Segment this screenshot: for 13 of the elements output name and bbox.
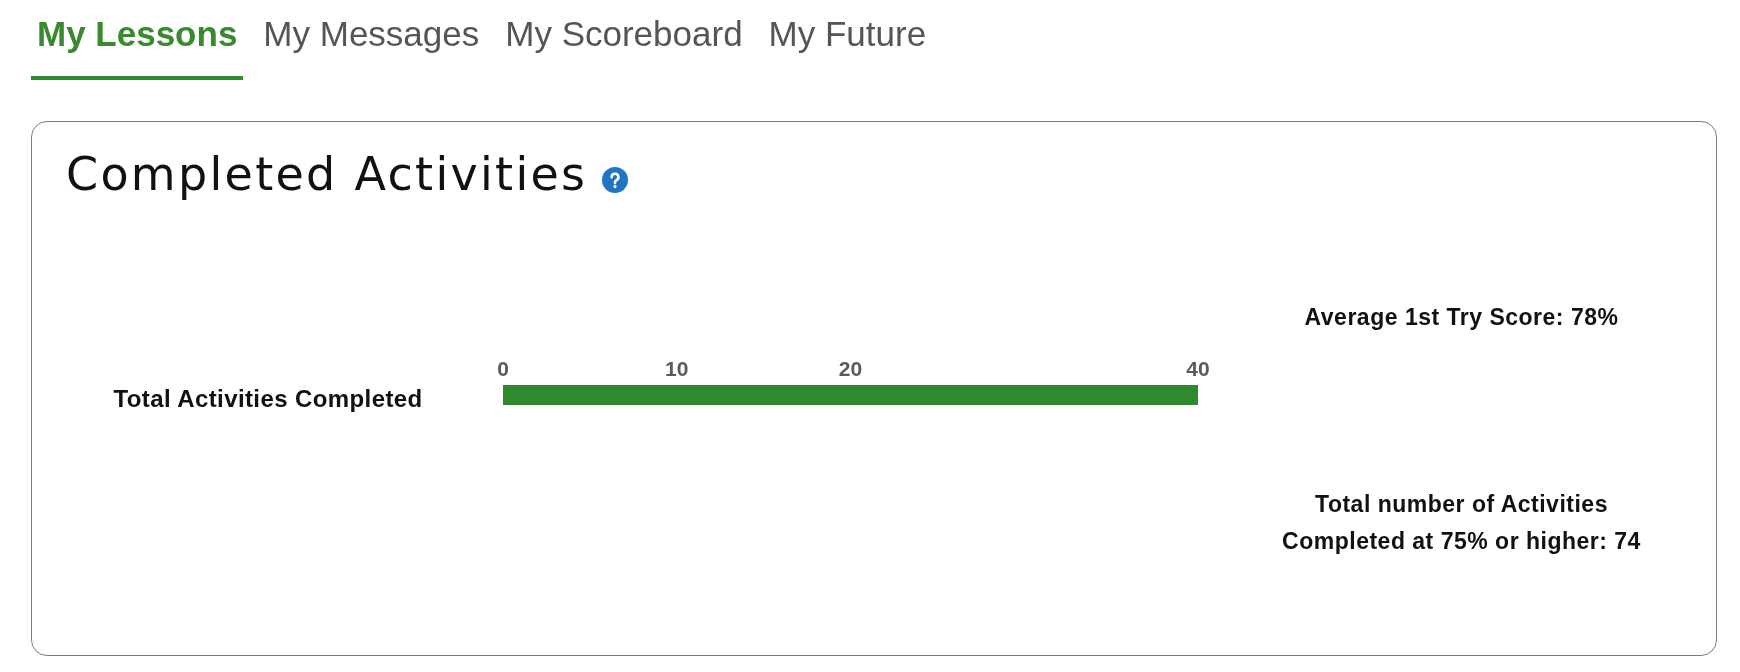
axis-tick-label: 20 [838, 356, 862, 380]
nav-tab[interactable]: My Scoreboard [499, 9, 749, 80]
axis-tick-label: 40 [1185, 356, 1210, 380]
axis-tick-label: 10 [664, 356, 688, 380]
stat-text: Total number of Activities Completed at 75% or higher: 74 [1281, 489, 1642, 556]
nav-tab[interactable]: My Lessons [31, 9, 244, 80]
nav-tab[interactable]: My Future [762, 9, 933, 80]
axis-tick-label: 0 [496, 356, 509, 380]
nav-tab[interactable]: My Messages [257, 9, 486, 80]
stat-text: Average 1st Try Score: 78% [1304, 302, 1619, 332]
category-label: Total Activities Completed [113, 385, 423, 413]
card-title: Completed Activities [66, 147, 588, 202]
help-icon[interactable] [602, 166, 629, 193]
